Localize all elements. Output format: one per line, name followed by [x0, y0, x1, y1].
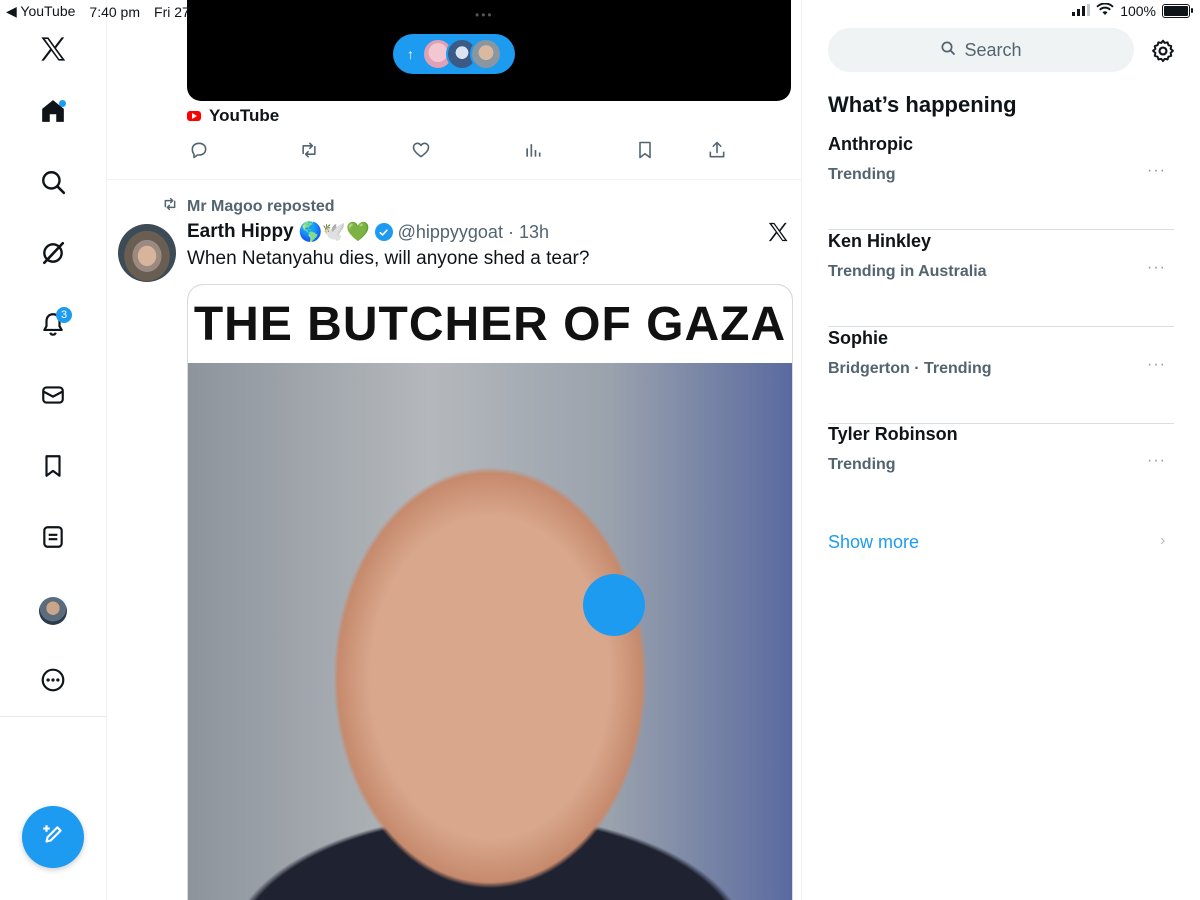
x-logo-icon[interactable] [34, 30, 72, 68]
post-actions [187, 140, 791, 164]
trend-name: Anthropic [828, 134, 913, 154]
repost-label: Mr Magoo reposted [187, 197, 335, 215]
gear-icon [1150, 39, 1176, 68]
bookmark-outline-icon [635, 140, 655, 165]
list-icon [40, 524, 66, 555]
bookmark-icon [40, 453, 66, 484]
repost-icon [298, 140, 320, 165]
trend-item[interactable]: Ken Hinkley Trending in Australia ··· [828, 231, 1174, 327]
views-button[interactable] [521, 140, 545, 164]
trend-item[interactable]: Sophie Bridgerton · Trending ··· [828, 328, 1174, 424]
nav-divider [0, 716, 106, 717]
compose-quill-icon [40, 822, 66, 853]
trend-meta: Trending [828, 166, 896, 183]
whats-happening-title: What’s happening [828, 92, 1017, 117]
left-nav: 3 [0, 0, 107, 900]
search-icon [940, 40, 956, 61]
image-headline-text: THE BUTCHER OF GAZA [188, 285, 792, 363]
repost-context[interactable]: Mr Magoo reposted [161, 196, 335, 217]
compose-post-button[interactable] [22, 806, 84, 868]
nav-messages[interactable] [34, 378, 72, 416]
author-name[interactable]: Earth Hippy [187, 221, 294, 243]
post-menu-x-icon[interactable] [767, 222, 789, 247]
author-name-emoji: 🌎🕊️💚 [298, 222, 370, 243]
reply-icon [189, 140, 209, 165]
like-button[interactable] [409, 140, 433, 164]
heart-icon [411, 140, 431, 165]
bookmark-button[interactable] [633, 140, 657, 164]
verified-badge-icon [374, 223, 393, 241]
post-time[interactable]: · 13h [508, 222, 549, 243]
youtube-logo-icon [187, 111, 201, 121]
search-placeholder: Search [964, 39, 1022, 60]
nav-explore[interactable] [34, 165, 72, 203]
nav-more[interactable] [34, 663, 72, 701]
bar-chart-icon [523, 140, 543, 165]
notifications-count-badge: 3 [56, 307, 72, 323]
repost-small-icon [161, 196, 179, 217]
nav-bookmarks[interactable] [34, 449, 72, 487]
post-text: When Netanyahu dies, will anyone shed a … [187, 248, 590, 269]
touch-indicator [583, 574, 645, 636]
author-handle[interactable]: @hippyygoat [398, 222, 503, 243]
settings-button[interactable] [1150, 38, 1176, 69]
more-circle-icon [40, 667, 66, 698]
link-source[interactable]: YouTube [187, 106, 279, 126]
search-input[interactable]: Search [828, 28, 1134, 72]
portrait-photo [188, 363, 792, 900]
trend-meta: Trending [828, 456, 896, 473]
grok-icon [40, 240, 66, 271]
new-post-author-avatar [470, 38, 502, 70]
trend-name: Sophie [828, 328, 889, 348]
more-dots-icon[interactable]: ··· [1147, 356, 1166, 374]
nav-grok[interactable] [34, 236, 72, 274]
show-more-link[interactable]: Show more [828, 532, 919, 553]
search-icon [40, 169, 66, 200]
right-sidebar: Search What’s happening Anthropic Trendi… [802, 0, 1200, 900]
trend-meta: Trending in Australia [828, 263, 987, 280]
trend-meta: Bridgerton · Trending [828, 360, 992, 377]
more-dots-icon[interactable]: ··· [1147, 452, 1166, 470]
trend-divider [828, 229, 1174, 230]
post-header: Earth Hippy 🌎🕊️💚 @hippyygoat · 13h [187, 220, 549, 244]
more-dots-icon[interactable]: ··· [1147, 162, 1166, 180]
video-embed[interactable]: ••• ↑ [187, 0, 791, 101]
share-icon [707, 140, 727, 165]
trend-divider [828, 326, 1174, 327]
profile-avatar [39, 597, 67, 625]
nav-profile[interactable] [34, 592, 72, 630]
post-image[interactable]: THE BUTCHER OF GAZA [187, 284, 793, 900]
reply-button[interactable] [187, 140, 211, 164]
author-avatar[interactable] [118, 224, 176, 282]
share-button[interactable] [705, 140, 729, 164]
link-source-label: YouTube [209, 106, 280, 125]
trend-name: Tyler Robinson [828, 424, 958, 444]
repost-button[interactable] [297, 140, 321, 164]
nav-home[interactable] [34, 94, 72, 132]
video-drag-handle: ••• [475, 8, 494, 22]
nav-notifications[interactable]: 3 [34, 307, 72, 345]
post-divider [107, 179, 801, 180]
arrow-up-icon: ↑ [407, 46, 414, 62]
more-dots-icon[interactable]: ··· [1147, 259, 1166, 277]
home-unread-dot [59, 100, 66, 107]
trend-item[interactable]: Tyler Robinson Trending ··· [828, 424, 1174, 520]
nav-lists[interactable] [34, 520, 72, 558]
chevron-right-icon: › [1160, 532, 1166, 549]
envelope-icon [40, 382, 66, 413]
trend-item[interactable]: Anthropic Trending ··· [828, 134, 1174, 230]
new-posts-button[interactable]: ↑ [393, 34, 515, 74]
timeline: ••• ↑ YouTube Mr Magoo reposted Earth Hi… [107, 0, 802, 900]
trend-name: Ken Hinkley [828, 231, 932, 251]
